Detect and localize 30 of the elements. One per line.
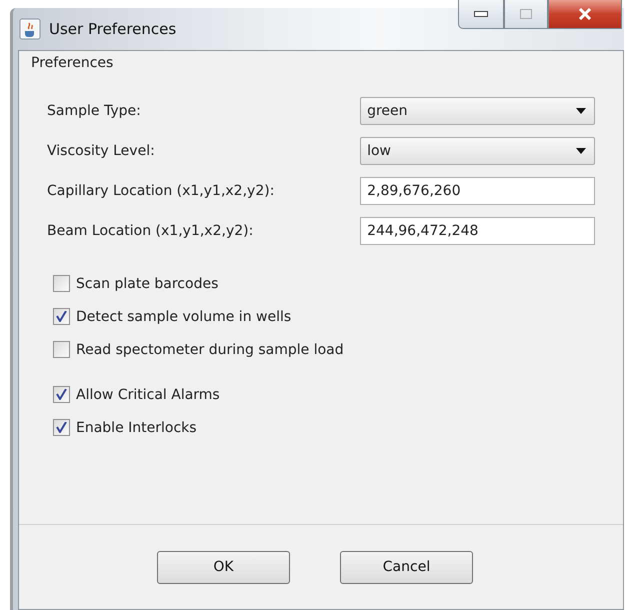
dropdown[interactable]: green bbox=[360, 97, 595, 125]
cancel-button[interactable]: Cancel bbox=[340, 550, 473, 584]
input-field[interactable]: 2,89,676,260 bbox=[360, 177, 595, 205]
field-label: Sample Type: bbox=[47, 103, 142, 119]
checkbox-label: Enable Interlocks bbox=[76, 420, 197, 436]
checkbox-label: Detect sample volume in wells bbox=[76, 308, 292, 324]
window-title: User Preferences bbox=[49, 20, 176, 38]
checkbox[interactable] bbox=[53, 308, 70, 325]
caret-icon bbox=[576, 108, 586, 114]
maximize-icon bbox=[520, 9, 532, 19]
panel-title: Preferences bbox=[31, 55, 114, 71]
checkbox-label: Allow Critical Alarms bbox=[76, 386, 220, 402]
close-icon bbox=[578, 8, 592, 20]
checkbox[interactable] bbox=[53, 275, 70, 292]
dropdown[interactable]: low bbox=[360, 137, 595, 165]
close-button[interactable] bbox=[548, 0, 622, 29]
input-field[interactable]: 244,96,472,248 bbox=[360, 217, 595, 245]
checkbox[interactable] bbox=[53, 386, 70, 403]
field-label: Capillary Location (x1,y1,x2,y2): bbox=[47, 183, 276, 199]
field-label: Beam Location (x1,y1,x2,y2): bbox=[47, 223, 254, 239]
field-label: Viscosity Level: bbox=[47, 143, 156, 159]
minimize-button[interactable] bbox=[458, 0, 504, 29]
caret-icon bbox=[576, 148, 586, 154]
checkbox-label: Read spectometer during sample load bbox=[76, 342, 344, 358]
minimize-icon bbox=[474, 11, 488, 17]
ok-button[interactable]: OK bbox=[157, 550, 290, 584]
checkbox[interactable] bbox=[53, 341, 70, 358]
java-cup-icon bbox=[19, 18, 41, 40]
checkbox[interactable] bbox=[53, 419, 70, 436]
checkbox-label: Scan plate barcodes bbox=[76, 276, 218, 292]
